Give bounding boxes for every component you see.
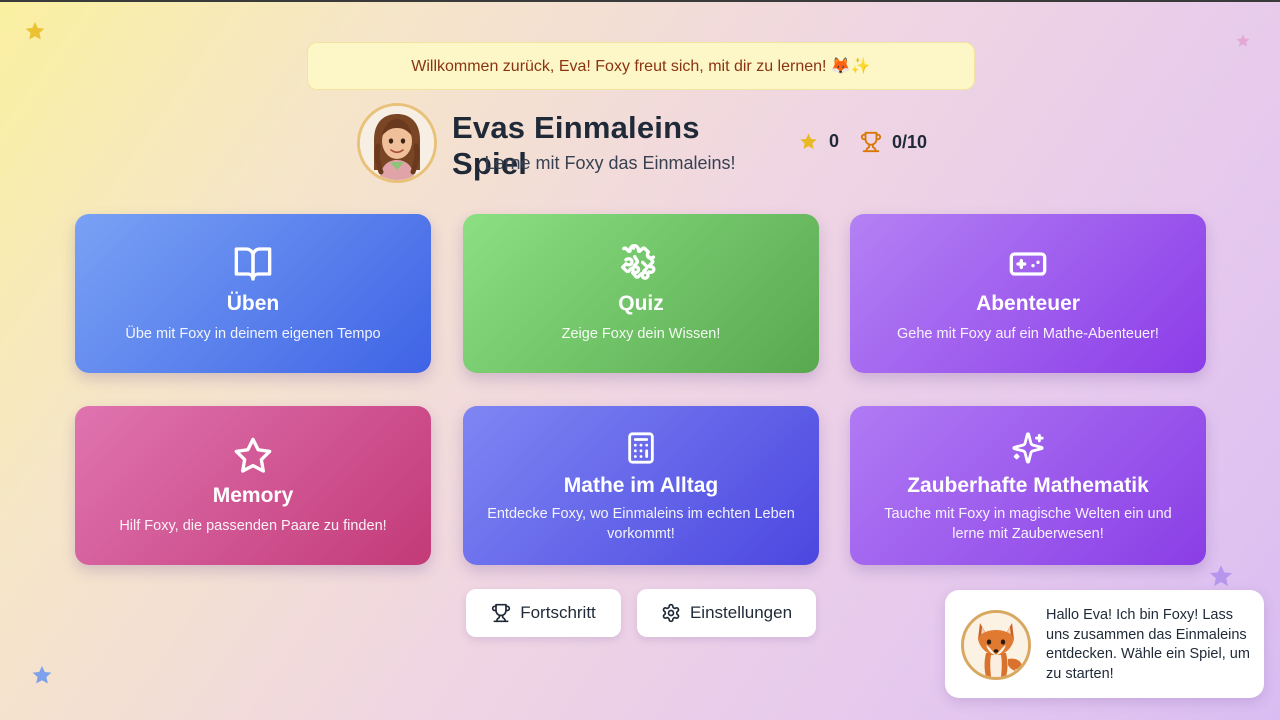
card-quiz[interactable]: Quiz Zeige Foxy dein Wissen! [463, 214, 819, 373]
top-border [0, 0, 1280, 2]
card-title: Zauberhafte Mathematik [907, 474, 1149, 497]
trophy-counter: 0/10 [860, 131, 927, 153]
decorative-star-icon [23, 20, 47, 43]
card-title: Mathe im Alltag [563, 474, 719, 497]
decorative-star-icon [30, 664, 54, 687]
gamepad-icon [1008, 244, 1048, 284]
page-subtitle: Lerne mit Foxy das Einmaleins! [484, 153, 736, 173]
card-description: Tauche mit Foxy in magische Welten ein u… [884, 506, 1172, 542]
welcome-message: Willkommen zurück, Eva! Foxy freut sich,… [411, 58, 871, 75]
settings-button-label: Einstellungen [689, 603, 793, 622]
sparkles-icon [1011, 428, 1045, 468]
fox-avatar [961, 610, 1031, 680]
girl-avatar-icon [360, 106, 434, 180]
card-ueben[interactable]: Üben Übe mit Foxy in deinem eigenen Temp… [75, 214, 431, 373]
book-open-icon [233, 244, 273, 284]
card-title: Abenteuer [976, 292, 1080, 315]
stars-count: 0 [829, 131, 840, 151]
foxy-message: Hallo Eva! Ich bin Foxy! Lass uns zusamm… [1046, 607, 1250, 682]
card-description: Gehe mit Foxy auf ein Mathe-Abenteuer! [897, 326, 1159, 342]
calculator-icon [624, 428, 658, 468]
gear-icon [662, 603, 680, 623]
decorative-star-icon [1207, 563, 1235, 590]
avatar [357, 103, 437, 183]
decorative-star-icon [1235, 33, 1251, 49]
stars-counter: 0 [798, 131, 839, 152]
card-description: Übe mit Foxy in deinem eigenen Tempo [125, 326, 381, 342]
fox-icon [964, 613, 1028, 677]
trophy-progress: 0/10 [892, 131, 928, 152]
trophy-icon [492, 603, 511, 623]
card-title: Memory [212, 484, 294, 507]
card-title: Quiz [618, 292, 664, 315]
card-description: Hilf Foxy, die passenden Paare zu finden… [119, 518, 387, 534]
welcome-banner: Willkommen zurück, Eva! Foxy freut sich,… [307, 42, 975, 90]
progress-button-label: Fortschritt [520, 603, 596, 622]
star-icon [233, 436, 273, 476]
card-description: Zeige Foxy dein Wissen! [561, 326, 721, 342]
card-mathe-im-alltag[interactable]: Mathe im Alltag Entdecke Foxy, wo Einmal… [463, 406, 819, 565]
card-title: Üben [226, 292, 280, 315]
card-abenteuer[interactable]: Abenteuer Gehe mit Foxy auf ein Mathe-Ab… [850, 214, 1206, 373]
card-description: Entdecke Foxy, wo Einmaleins im echten L… [487, 506, 795, 542]
trophy-icon [860, 131, 882, 153]
puzzle-icon [621, 244, 661, 284]
card-memory[interactable]: Memory Hilf Foxy, die passenden Paare zu… [75, 406, 431, 565]
progress-button[interactable]: Fortschritt [466, 589, 621, 637]
foxy-speech-bubble: Hallo Eva! Ich bin Foxy! Lass uns zusamm… [945, 590, 1264, 698]
star-icon [800, 133, 817, 149]
settings-button[interactable]: Einstellungen [637, 589, 816, 637]
card-zauberhafte-mathematik[interactable]: Zauberhafte Mathematik Tauche mit Foxy i… [850, 406, 1206, 565]
